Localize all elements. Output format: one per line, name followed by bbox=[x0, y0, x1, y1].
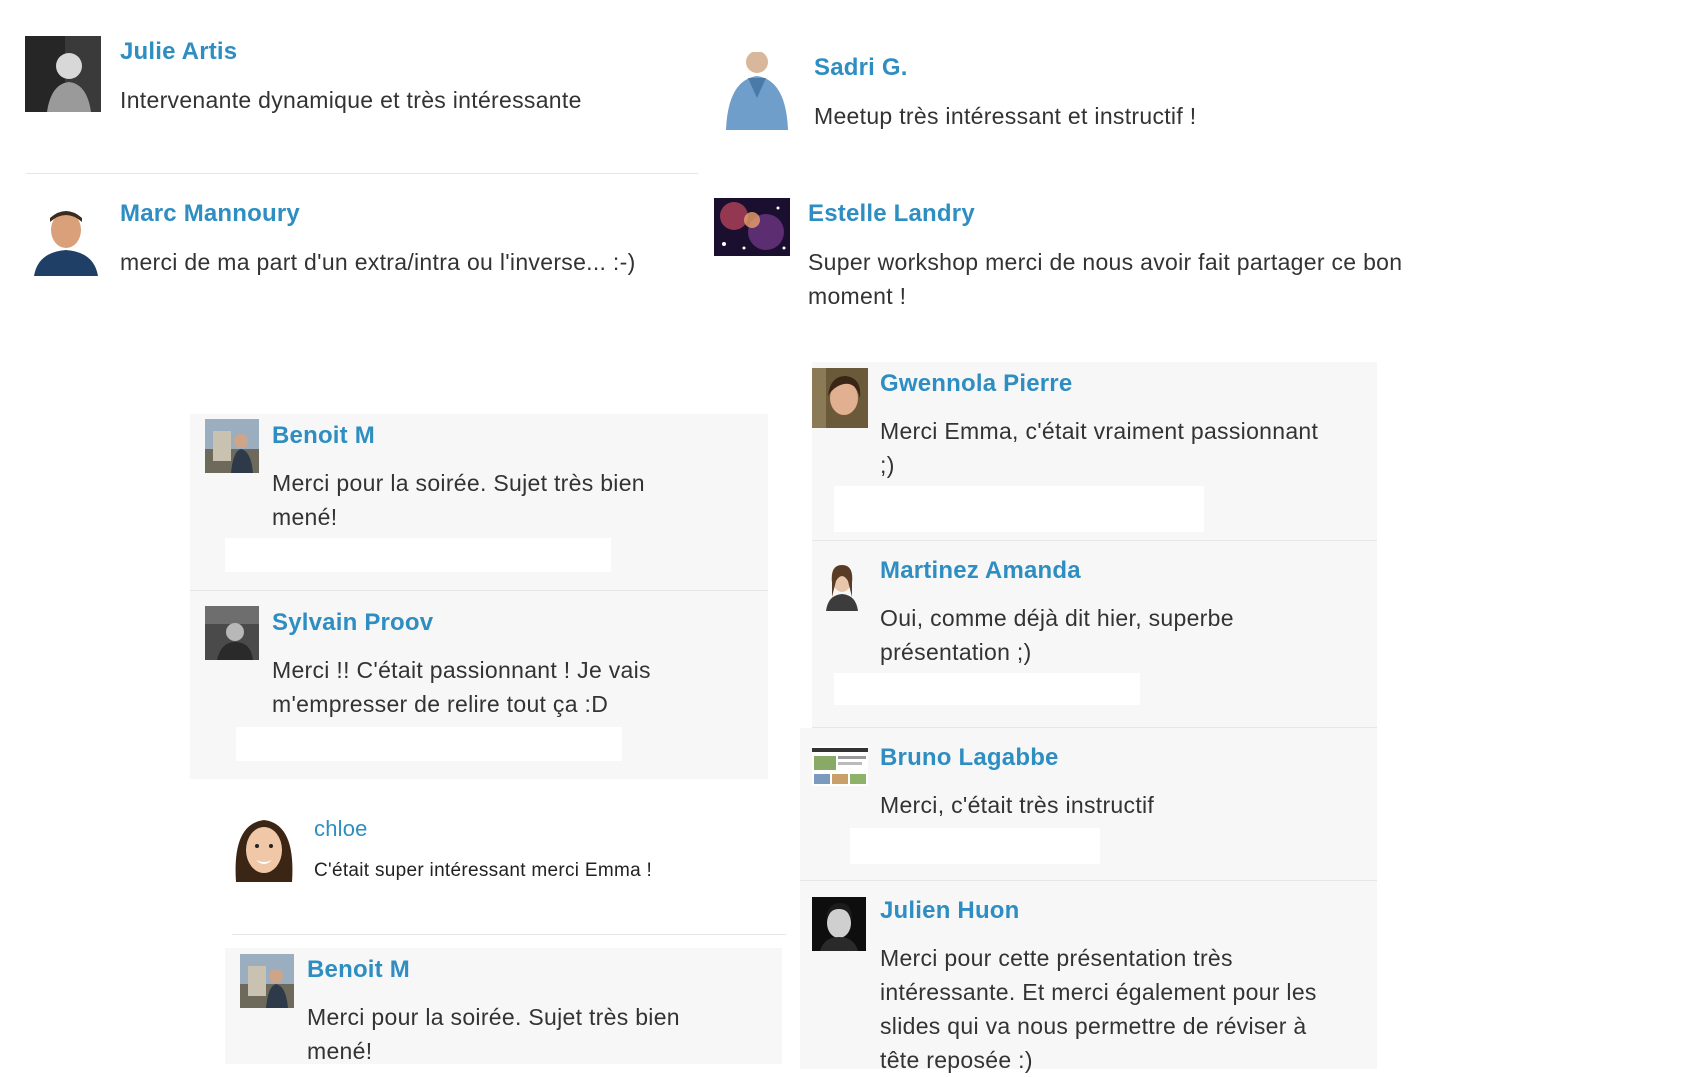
comment-card: Sadri G. Meetup très intéressant et inst… bbox=[712, 46, 1352, 166]
redacted-area bbox=[834, 673, 1140, 705]
avatar[interactable] bbox=[232, 814, 296, 882]
redacted-area bbox=[225, 538, 611, 572]
comment-card: chloe C'était super intéressant merci Em… bbox=[230, 806, 790, 934]
comment-text: Meetup très intéressant et instructif ! bbox=[814, 103, 1197, 129]
avatar-sylvain-proov-icon bbox=[205, 606, 259, 660]
avatar[interactable] bbox=[812, 368, 868, 428]
avatar-gwennola-pierre-icon bbox=[812, 368, 868, 428]
avatar[interactable] bbox=[25, 36, 101, 112]
commenter-name[interactable]: Marc Mannoury bbox=[120, 200, 300, 228]
avatar[interactable] bbox=[714, 198, 790, 256]
commenter-name[interactable]: Julien Huon bbox=[880, 897, 1020, 925]
comment-text: Intervenante dynamique et très intéressa… bbox=[120, 87, 582, 113]
commenter-name[interactable]: chloe bbox=[314, 816, 368, 842]
comment-card: Sylvain Proov Merci !! C'était passionna… bbox=[190, 591, 768, 779]
avatar[interactable] bbox=[205, 606, 259, 660]
commenter-name[interactable]: Benoit M bbox=[307, 956, 410, 984]
avatar-estelle-landry-icon bbox=[714, 198, 790, 256]
comment-text: C'était super intéressant merci Emma ! bbox=[314, 860, 653, 881]
redacted-area bbox=[834, 486, 1204, 532]
divider bbox=[232, 934, 786, 935]
comment-text: Merci pour la soirée. Sujet très bien me… bbox=[307, 1004, 680, 1064]
avatar[interactable] bbox=[718, 52, 796, 130]
avatar[interactable] bbox=[812, 746, 868, 786]
avatar-julien-huon-icon bbox=[812, 897, 866, 951]
avatar-chloe-icon bbox=[232, 814, 296, 882]
avatar[interactable] bbox=[812, 897, 866, 951]
commenter-name[interactable]: Julie Artis bbox=[120, 38, 237, 66]
avatar-martinez-amanda-icon bbox=[820, 561, 864, 611]
comment-card: Julie Artis Intervenante dynamique et tr… bbox=[20, 30, 700, 170]
comment-text: Super workshop merci de nous avoir fait … bbox=[808, 249, 1403, 309]
comment-card: Benoit M Merci pour la soirée. Sujet trè… bbox=[190, 414, 768, 590]
avatar[interactable] bbox=[820, 561, 864, 611]
commenter-name[interactable]: Sylvain Proov bbox=[272, 609, 433, 637]
comment-card: Marc Mannoury merci de ma part d'un extr… bbox=[20, 192, 710, 302]
avatar-benoit-m-icon bbox=[240, 954, 294, 1008]
comment-card: Benoit M Merci pour la soirée. Sujet trè… bbox=[225, 948, 782, 1064]
comment-card: Martinez Amanda Oui, comme déjà dit hier… bbox=[812, 541, 1377, 727]
comment-text: Merci Emma, c'était vraiment passionnant… bbox=[880, 418, 1319, 478]
redacted-area bbox=[850, 828, 1100, 864]
commenter-name[interactable]: Martinez Amanda bbox=[880, 557, 1081, 585]
commenter-name[interactable]: Estelle Landry bbox=[808, 200, 975, 228]
avatar-marc-mannoury-icon bbox=[30, 204, 102, 276]
avatar-julie-artis-icon bbox=[25, 36, 101, 112]
comment-text: Merci pour cette présentation très intér… bbox=[880, 945, 1317, 1073]
comment-text: Merci !! C'était passionnant ! Je vais m… bbox=[272, 657, 651, 717]
commenter-name[interactable]: Gwennola Pierre bbox=[880, 370, 1072, 398]
comment-card: Gwennola Pierre Merci Emma, c'était vrai… bbox=[812, 362, 1377, 540]
comment-text: Merci, c'était très instructif bbox=[880, 792, 1155, 818]
comment-card: Julien Huon Merci pour cette présentatio… bbox=[800, 881, 1377, 1073]
avatar-bruno-lagabbe-icon bbox=[812, 746, 868, 786]
avatar[interactable] bbox=[30, 204, 102, 276]
redacted-area bbox=[236, 727, 622, 761]
avatar-benoit-m-icon bbox=[205, 419, 259, 473]
comment-text: Merci pour la soirée. Sujet très bien me… bbox=[272, 470, 645, 530]
avatar-sadri-g-icon bbox=[718, 52, 796, 130]
commenter-name[interactable]: Bruno Lagabbe bbox=[880, 744, 1059, 772]
avatar[interactable] bbox=[240, 954, 294, 1008]
avatar[interactable] bbox=[205, 419, 259, 473]
comment-text: Oui, comme déjà dit hier, superbe présen… bbox=[880, 605, 1234, 665]
comment-text: merci de ma part d'un extra/intra ou l'i… bbox=[120, 249, 636, 275]
comment-card: Bruno Lagabbe Merci, c'était très instru… bbox=[800, 728, 1377, 880]
commenter-name[interactable]: Sadri G. bbox=[814, 54, 908, 82]
comment-card: Estelle Landry Super workshop merci de n… bbox=[706, 192, 1476, 332]
divider bbox=[26, 173, 698, 174]
commenter-name[interactable]: Benoit M bbox=[272, 422, 375, 450]
